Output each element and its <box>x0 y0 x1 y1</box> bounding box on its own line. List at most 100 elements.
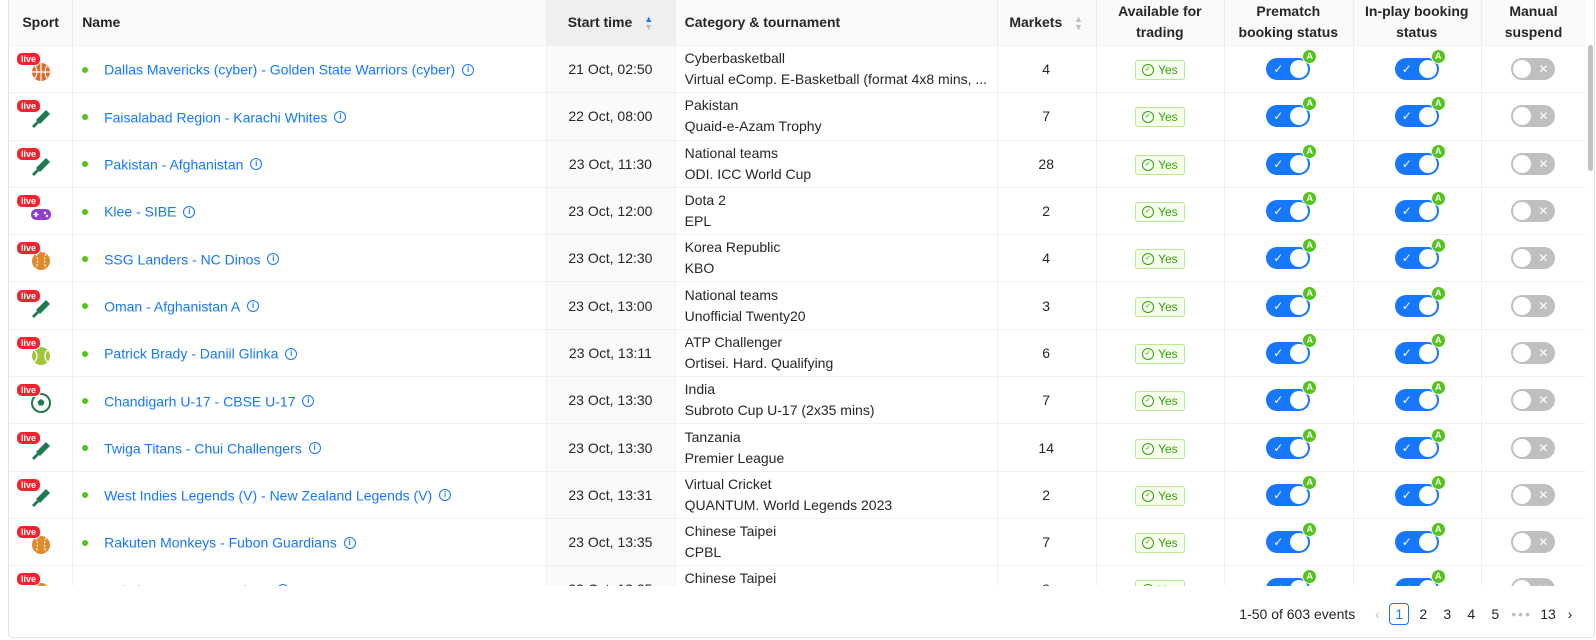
prematch-booking-switch[interactable]: ✓ A <box>1266 238 1318 270</box>
event-name-link[interactable]: Rakuten Monkeys - Fubon Guardians <box>104 535 337 551</box>
manual-suspend-switch[interactable]: ✕ <box>1511 57 1556 80</box>
inplay-booking-switch[interactable]: ✓ A <box>1394 332 1446 364</box>
prematch-booking-switch[interactable]: ✓ A <box>1266 569 1318 586</box>
manual-suspend-switch[interactable]: ✕ <box>1511 578 1556 586</box>
event-name-link[interactable]: Patrick Brady - Daniil Glinka <box>104 346 278 362</box>
table-row[interactable]: live Dallas Mavericks (cyber) - Golden S… <box>9 45 1586 94</box>
prev-page-icon[interactable]: ‹ <box>1367 606 1387 622</box>
prematch-booking-switch[interactable]: ✓ A <box>1266 143 1318 175</box>
info-icon[interactable]: i <box>302 394 315 407</box>
table-row[interactable]: live Rakuten Monkeys - Fubon Guardians i… <box>9 518 1586 567</box>
info-icon[interactable]: i <box>439 489 452 502</box>
table-row[interactable]: live SSG Landers - NC Dinos i 23 Oct, 12… <box>9 234 1586 283</box>
event-name-link[interactable]: Klee - SIBE <box>104 204 176 220</box>
page-2[interactable]: 2 <box>1413 603 1433 625</box>
manual-suspend-switch[interactable]: ✕ <box>1511 247 1556 270</box>
pagination-ellipsis[interactable]: ••• <box>1511 606 1532 622</box>
inplay-booking-switch[interactable]: ✓ A <box>1394 191 1446 223</box>
prematch-booking-switch[interactable]: ✓ A <box>1266 48 1318 80</box>
inplay-booking-switch[interactable]: ✓ A <box>1394 48 1446 80</box>
table-row[interactable]: live West Indies Legends (V) - New Zeala… <box>9 471 1586 519</box>
inplay-booking-switch[interactable]: ✓ A <box>1394 238 1446 270</box>
info-icon[interactable]: i <box>343 536 356 549</box>
column-header-markets[interactable]: Markets ▲ ▼ <box>996 0 1096 46</box>
check-icon: ✓ <box>1401 156 1412 171</box>
info-icon[interactable]: i <box>277 584 290 586</box>
available-label: Yes <box>1158 346 1178 361</box>
table-row[interactable]: live Twiga Titans - Chui Challengers i 2… <box>9 423 1586 472</box>
prematch-booking-switch[interactable]: ✓ A <box>1266 96 1318 128</box>
live-status-dot <box>82 350 89 357</box>
inplay-booking-switch[interactable]: ✓ A <box>1394 522 1446 554</box>
prematch-booking-switch[interactable]: ✓ A <box>1266 332 1318 364</box>
table-row[interactable]: live Pakistan - Afghanistan i 23 Oct, 11… <box>9 140 1586 188</box>
info-icon[interactable]: i <box>247 300 260 313</box>
vertical-scrollbar[interactable] <box>1586 45 1594 585</box>
table-row[interactable]: live Patrick Brady - Daniil Glinka i 23 … <box>9 329 1586 378</box>
inplay-booking-switch[interactable]: ✓ A <box>1394 285 1446 317</box>
info-icon[interactable]: i <box>183 205 196 218</box>
prematch-booking-switch[interactable]: ✓ A <box>1266 285 1318 317</box>
manual-suspend-switch[interactable]: ✕ <box>1511 341 1556 364</box>
category-cell: Pakistan Quaid-e-Azam Trophy <box>674 92 997 141</box>
info-icon[interactable]: i <box>250 158 263 171</box>
inplay-booking-switch[interactable]: ✓ A <box>1394 569 1446 586</box>
prematch-booking-switch[interactable]: ✓ A <box>1266 522 1318 554</box>
info-icon[interactable]: i <box>285 347 298 360</box>
event-name-link[interactable]: Twiga Titans - Chui Challengers <box>104 440 302 456</box>
info-icon[interactable]: i <box>462 63 475 76</box>
table-row[interactable]: live Oman - Afghanistan A i 23 Oct, 13:0… <box>9 281 1586 330</box>
column-header-start-time[interactable]: Start time ▲ ▼ <box>546 0 675 46</box>
inplay-booking-switch[interactable]: ✓ A <box>1394 474 1446 506</box>
manual-suspend-switch[interactable]: ✕ <box>1511 436 1556 459</box>
info-icon[interactable]: i <box>334 111 347 124</box>
column-header-manual-suspend: Manual suspend <box>1480 0 1586 46</box>
page-4[interactable]: 4 <box>1461 603 1481 625</box>
table-row[interactable]: live Klee - SIBE i 23 Oct, 12:00 Dota 2 … <box>9 187 1586 236</box>
inplay-booking-switch[interactable]: ✓ A <box>1394 427 1446 459</box>
manual-suspend-switch[interactable]: ✕ <box>1511 105 1556 128</box>
manual-suspend-switch[interactable]: ✕ <box>1511 389 1556 412</box>
table-row[interactable]: live Faisalabad Region - Karachi Whites … <box>9 92 1586 141</box>
prematch-booking-switch[interactable]: ✓ A <box>1266 191 1318 223</box>
category-name: Chinese Taipei <box>684 570 777 586</box>
page-5[interactable]: 5 <box>1485 603 1505 625</box>
manual-suspend-switch[interactable]: ✕ <box>1511 152 1556 175</box>
sort-icon[interactable]: ▲ ▼ <box>1074 15 1083 32</box>
manual-suspend-switch[interactable]: ✕ <box>1511 294 1556 317</box>
event-name-link[interactable]: Chandigarh U-17 - CBSE U-17 <box>104 393 295 409</box>
manual-suspend-switch[interactable]: ✕ <box>1511 200 1556 223</box>
live-status-dot <box>82 397 89 404</box>
prematch-booking-switch[interactable]: ✓ A <box>1266 427 1318 459</box>
scrollbar-thumb[interactable] <box>1588 45 1593 171</box>
manual-suspend-switch[interactable]: ✕ <box>1511 531 1556 554</box>
check-circle-icon: ✓ <box>1142 442 1155 455</box>
available-yes-tag: ✓ Yes <box>1135 107 1185 128</box>
table-row[interactable]: live Chandigarh U-17 - CBSE U-17 i 23 Oc… <box>9 376 1586 425</box>
info-icon[interactable]: i <box>267 252 280 265</box>
prematch-booking-switch[interactable]: ✓ A <box>1266 474 1318 506</box>
auto-badge: A <box>1302 474 1318 490</box>
inplay-booking-switch[interactable]: ✓ A <box>1394 380 1446 412</box>
prematch-booking-switch[interactable]: ✓ A <box>1266 380 1318 412</box>
page-last[interactable]: 13 <box>1538 603 1558 625</box>
inplay-booking-switch[interactable]: ✓ A <box>1394 143 1446 175</box>
sort-icon[interactable]: ▲ ▼ <box>644 15 653 32</box>
page-1[interactable]: 1 <box>1389 603 1410 625</box>
event-name-link[interactable]: Faisalabad Region - Karachi Whites <box>104 109 327 125</box>
next-page-icon[interactable]: › <box>1560 606 1580 622</box>
event-name-link[interactable]: Pakistan - Afghanistan <box>104 156 243 172</box>
table-body-scroll[interactable]: live Dallas Mavericks (cyber) - Golden S… <box>9 45 1594 586</box>
table-row[interactable]: live Uni-Lions - CTBC Brothers i 23 Oct,… <box>9 565 1586 586</box>
event-name-link[interactable]: SSG Landers - NC Dinos <box>104 251 260 267</box>
event-name-link[interactable]: Uni-Lions - CTBC Brothers <box>104 582 271 585</box>
tournament-name: KBO <box>684 260 715 277</box>
inplay-cell: ✓ A <box>1352 471 1481 519</box>
page-3[interactable]: 3 <box>1437 603 1457 625</box>
info-icon[interactable]: i <box>308 442 321 455</box>
event-name-link[interactable]: Dallas Mavericks (cyber) - Golden State … <box>104 62 455 78</box>
event-name-link[interactable]: West Indies Legends (V) - New Zealand Le… <box>104 487 432 503</box>
event-name-link[interactable]: Oman - Afghanistan A <box>104 298 240 314</box>
manual-suspend-switch[interactable]: ✕ <box>1511 483 1556 506</box>
inplay-booking-switch[interactable]: ✓ A <box>1394 96 1446 128</box>
